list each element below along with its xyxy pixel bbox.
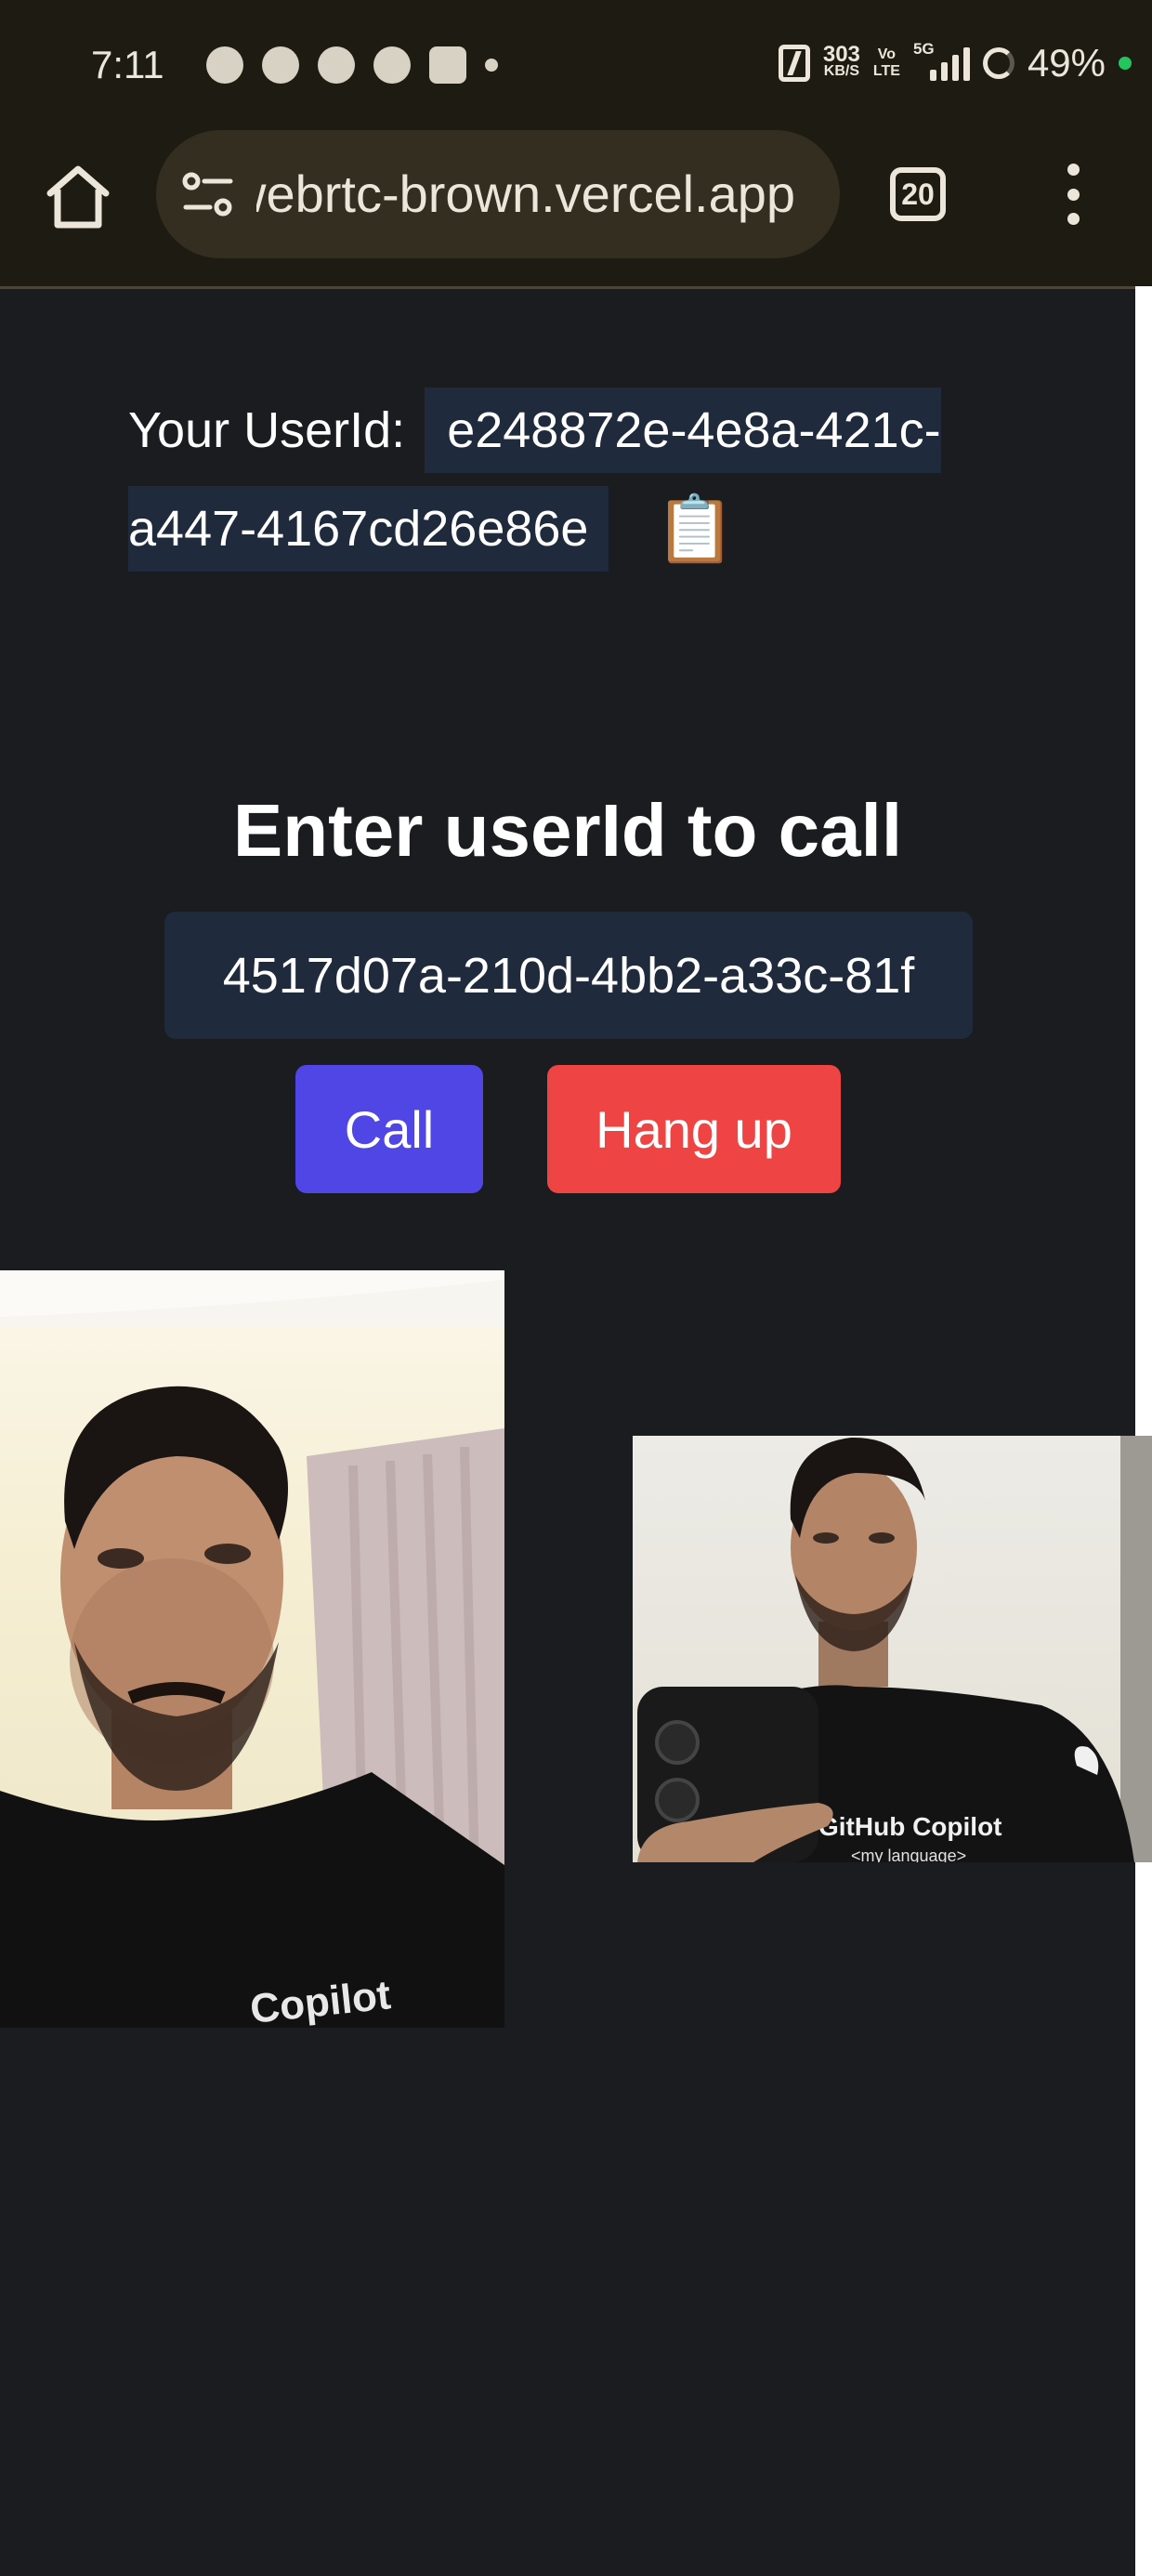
volte-bottom: LTE: [872, 63, 900, 79]
callee-userid-input[interactable]: [164, 912, 973, 1039]
app-icon: [373, 46, 411, 84]
status-bar: 7:11 303 KB/S Vo LTE 5G 49%: [0, 0, 1152, 130]
url-value: webrtc-brown.vercel.app: [256, 164, 796, 223]
network-speed: 303 KB/S: [822, 42, 860, 80]
battery-icon: [982, 47, 1015, 79]
local-video-frame: GitHub Copilot <my language>: [637, 1436, 1152, 1862]
status-time: 7:11: [91, 43, 164, 86]
privacy-indicator-icon: [1119, 57, 1132, 70]
discord-icon: [262, 46, 299, 84]
page-title: Enter userId to call: [232, 789, 903, 872]
signal-icon: 5G: [913, 40, 970, 81]
notification-icons: [206, 46, 498, 84]
system-status: 303 KB/S Vo LTE 5G 49%: [778, 40, 1132, 85]
battery-percent: 49%: [1027, 41, 1106, 85]
net-speed-value: 303: [822, 42, 860, 67]
call-button[interactable]: Call: [295, 1065, 483, 1193]
volte-icon: Vo LTE: [873, 46, 900, 80]
whatsapp-icon: [318, 46, 355, 84]
site-settings-icon[interactable]: [182, 172, 234, 217]
address-bar[interactable]: webrtc-brown.vercel.app: [156, 130, 840, 258]
tab-switcher-button[interactable]: 20: [890, 167, 946, 221]
chat-bubble-icon: [206, 46, 243, 84]
url-text[interactable]: webrtc-brown.vercel.app: [256, 164, 840, 224]
page-edge: [1135, 286, 1152, 2576]
overflow-menu-icon[interactable]: [1059, 164, 1087, 225]
local-shirt-text: GitHub Copilot: [818, 1812, 1002, 1841]
nfc-icon: [778, 45, 810, 82]
hangup-button[interactable]: Hang up: [547, 1065, 841, 1193]
userid-display: Your UserId: e248872e-4e8a-421c-a447-416…: [128, 381, 946, 578]
net-speed-unit: KB/S: [823, 63, 859, 79]
local-shirt-subtext: <my language>: [851, 1847, 966, 1862]
home-icon[interactable]: [43, 162, 113, 232]
app-icon: [429, 46, 466, 84]
remote-video: Copilot: [0, 1270, 504, 2028]
remote-video-frame: Copilot: [0, 1270, 504, 2028]
clipboard-icon[interactable]: 📋: [654, 493, 735, 565]
browser-toolbar: webrtc-brown.vercel.app 20: [0, 130, 1152, 289]
volte-top: Vo: [877, 46, 897, 62]
more-dot-icon: [485, 59, 498, 72]
userid-label: Your UserId:: [128, 402, 406, 458]
network-type: 5G: [912, 40, 935, 58]
local-video: GitHub Copilot <my language>: [633, 1436, 1152, 1862]
